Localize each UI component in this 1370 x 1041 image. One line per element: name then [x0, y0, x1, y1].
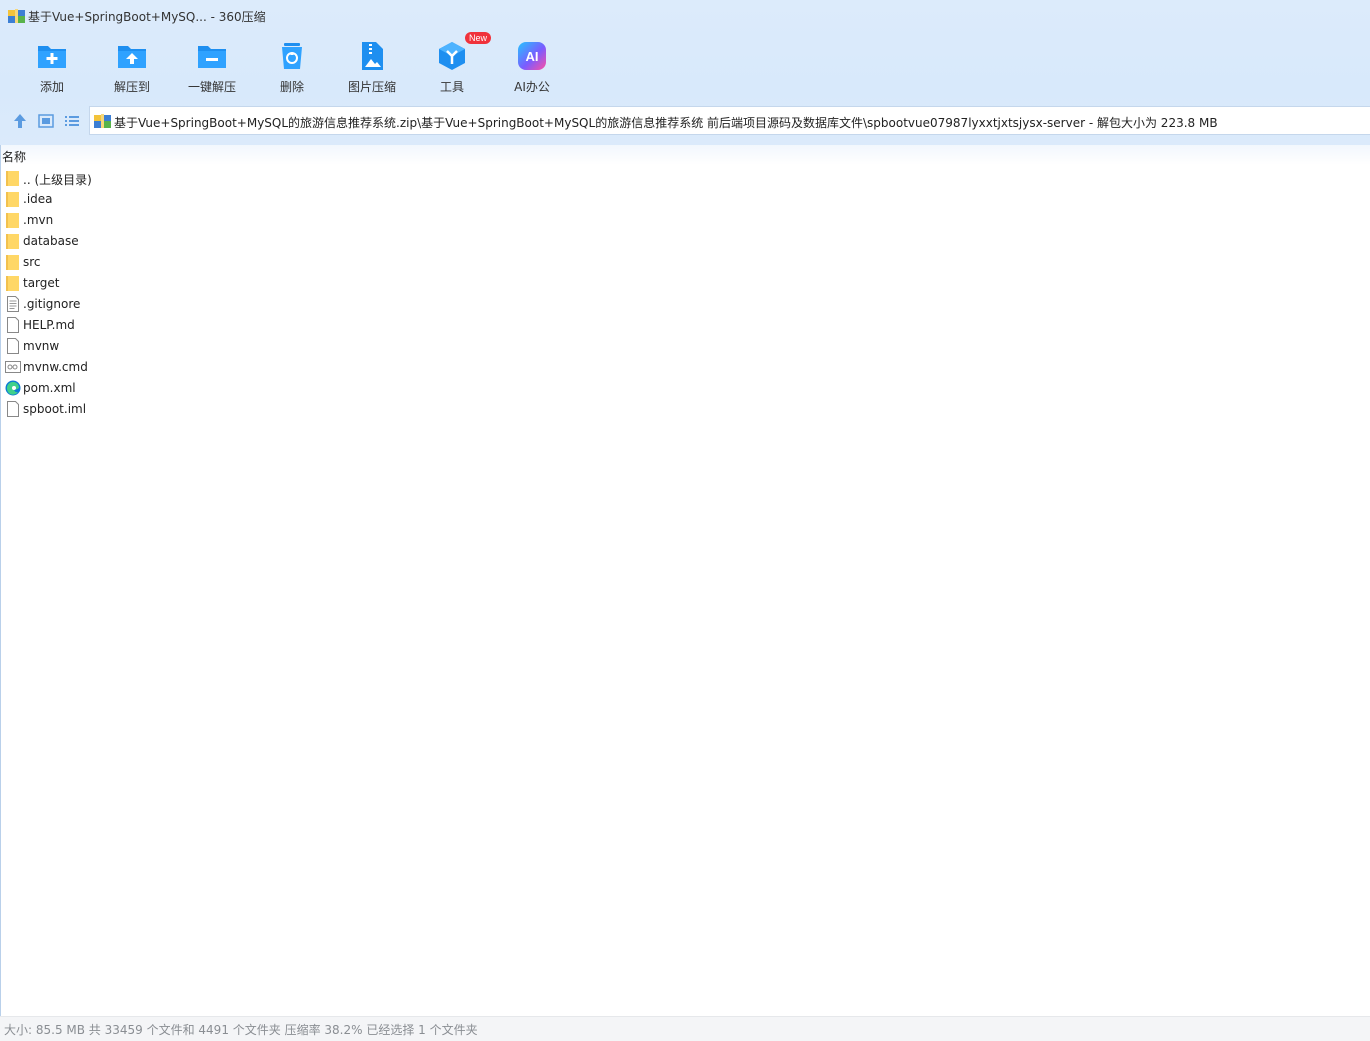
one-click-extract-label: 一键解压 — [187, 80, 236, 94]
file-name: .idea — [23, 192, 53, 206]
column-name-header[interactable]: 名称 — [2, 148, 26, 165]
title-bar: 基于Vue+SpringBoot+MySQ... - 360压缩 — [0, 0, 1370, 34]
file-list: .. (上级目录) .idea .mvn database src target… — [0, 168, 1370, 420]
window-title: 基于Vue+SpringBoot+MySQ... - 360压缩 — [28, 10, 266, 24]
ai-office-button[interactable]: AI AI办公 — [492, 36, 572, 100]
one-click-extract-button[interactable]: 一键解压 — [172, 36, 252, 100]
folder-icon — [6, 255, 19, 270]
cmd-file-icon — [5, 361, 21, 373]
thumbnail-view-icon[interactable] — [37, 112, 55, 130]
delete-button[interactable]: 删除 — [252, 36, 332, 100]
add-folder-icon — [38, 46, 66, 68]
blank-file-icon — [7, 401, 19, 417]
list-item-database[interactable]: database — [0, 231, 1370, 252]
status-bar: 大小: 85.5 MB 共 33459 个文件和 4491 个文件夹 压缩率 3… — [0, 1016, 1370, 1041]
list-item-spboot-iml[interactable]: spboot.iml — [0, 399, 1370, 420]
folder-icon — [6, 234, 19, 249]
toolbar: 添加 解压到 一键解压 删除 图片压缩 New 工具 AI AI办公 — [12, 32, 572, 100]
file-name: HELP.md — [23, 318, 75, 332]
extract-to-icon — [118, 46, 146, 68]
blank-file-icon — [7, 317, 19, 333]
delete-label: 删除 — [279, 80, 304, 94]
archive-path-icon — [94, 114, 111, 128]
status-text: 大小: 85.5 MB 共 33459 个文件和 4491 个文件夹 压缩率 3… — [4, 1023, 478, 1037]
file-name: .mvn — [23, 213, 54, 227]
ai-office-icon: AI — [518, 42, 546, 70]
list-view-icon[interactable] — [63, 112, 81, 130]
file-name: database — [23, 234, 79, 248]
list-item-idea[interactable]: .idea — [0, 189, 1370, 210]
list-item-mvnw[interactable]: mvnw — [0, 336, 1370, 357]
column-header: 名称 — [0, 145, 1370, 165]
file-name: .. (上级目录) — [23, 173, 92, 187]
path-text: 基于Vue+SpringBoot+MySQL的旅游信息推荐系统.zip\基于Vu… — [114, 116, 1218, 130]
list-item-help-md[interactable]: HELP.md — [0, 315, 1370, 336]
folder-icon — [6, 171, 19, 186]
extract-to-button[interactable]: 解压到 — [92, 36, 172, 100]
list-item-src[interactable]: src — [0, 252, 1370, 273]
one-click-extract-icon — [198, 46, 226, 68]
navigation-row: 基于Vue+SpringBoot+MySQL的旅游信息推荐系统.zip\基于Vu… — [0, 106, 1370, 136]
add-button[interactable]: 添加 — [12, 36, 92, 100]
top-area: 基于Vue+SpringBoot+MySQ... - 360压缩 添加 解压到 … — [0, 0, 1370, 145]
tools-cube-icon — [439, 42, 465, 70]
list-item-parent-directory[interactable]: .. (上级目录) — [0, 168, 1370, 189]
app-window: 基于Vue+SpringBoot+MySQ... - 360压缩 添加 解压到 … — [0, 0, 1370, 1041]
add-label: 添加 — [39, 80, 64, 94]
blank-file-icon — [7, 338, 19, 354]
svg-text:AI: AI — [526, 49, 539, 64]
image-compress-label: 图片压缩 — [347, 80, 396, 94]
file-name: src — [23, 255, 41, 269]
file-name: .gitignore — [23, 297, 81, 311]
image-compress-icon — [362, 42, 383, 70]
folder-icon — [6, 276, 19, 291]
up-arrow-icon[interactable] — [11, 112, 29, 130]
list-item-mvnw-cmd[interactable]: mvnw.cmd — [0, 357, 1370, 378]
edge-browser-icon — [5, 380, 21, 396]
file-name: spboot.iml — [23, 402, 87, 416]
file-name: mvnw — [23, 339, 60, 353]
list-item-gitignore[interactable]: .gitignore — [0, 294, 1370, 315]
folder-icon — [6, 192, 19, 207]
ai-office-label: AI办公 — [514, 80, 550, 94]
list-item-pom-xml[interactable]: pom.xml — [0, 378, 1370, 399]
file-name: mvnw.cmd — [23, 360, 88, 374]
text-file-icon — [7, 296, 19, 312]
path-bar[interactable]: 基于Vue+SpringBoot+MySQL的旅游信息推荐系统.zip\基于Vu… — [89, 106, 1370, 135]
file-name: target — [23, 276, 60, 290]
tools-button[interactable]: New 工具 — [412, 32, 492, 100]
tools-label: 工具 — [439, 80, 464, 94]
list-item-mvn[interactable]: .mvn — [0, 210, 1370, 231]
archive-app-icon — [8, 9, 25, 23]
delete-bin-icon — [282, 43, 302, 69]
image-compress-button[interactable]: 图片压缩 — [332, 36, 412, 100]
new-badge: New — [465, 32, 492, 44]
extract-to-label: 解压到 — [113, 80, 150, 94]
file-name: pom.xml — [23, 381, 76, 395]
folder-icon — [6, 213, 19, 228]
list-item-target[interactable]: target — [0, 273, 1370, 294]
